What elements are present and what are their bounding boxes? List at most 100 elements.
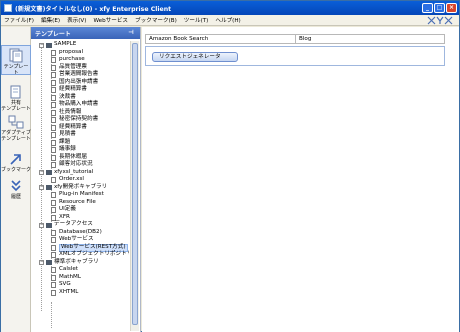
tree-item-label: 秘密保持契約書 — [59, 116, 99, 122]
tree-item[interactable]: 課題 — [31, 139, 129, 147]
window-title: (新規文書)タイトルなし(0) - xfy Enterprise Client — [15, 5, 172, 13]
document-icon — [51, 229, 56, 236]
menu-tools[interactable]: ツール(T) — [184, 16, 209, 24]
tree-item[interactable]: SVG — [31, 281, 129, 289]
menu-help[interactable]: ヘルプ(H) — [215, 16, 240, 24]
tree-item[interactable]: XMLオブジェクトリポジトリ — [31, 251, 129, 259]
history-icon — [11, 180, 21, 192]
document-icon — [51, 237, 56, 243]
title-bar[interactable]: (新規文書)タイトルなし(0) - xfy Enterprise Client … — [1, 1, 459, 15]
sidebar-item-adaptive-template[interactable]: アダプティブ テンプレート — [1, 115, 31, 145]
collapse-icon[interactable]: − — [39, 222, 44, 228]
tree-item-label: Webサービス — [59, 236, 94, 242]
tree-item-label: MathML — [59, 273, 81, 280]
tree-folder-label: xfyxsl_tutorial — [54, 168, 94, 175]
scrollbar-thumb[interactable] — [132, 43, 138, 325]
tree-item-label: XMLオブジェクトリポジトリ — [59, 251, 129, 257]
sidebar: テンプレート 共有 テンプレート アダプティブ テンプレート ブックマーク 履歴 — [1, 27, 31, 332]
tree-item-label: SVG — [59, 281, 71, 287]
tree-item[interactable]: Webサービス(REST方式) — [31, 244, 129, 252]
tree-item[interactable]: Database(DB2) — [31, 229, 129, 237]
sidebar-item-shared-template[interactable]: 共有 テンプレート — [1, 85, 31, 115]
tree-item[interactable]: Order.xsl — [31, 176, 129, 184]
tab-blog[interactable]: Blog — [296, 35, 444, 43]
tree-item-label: 品質管理票 — [59, 63, 87, 70]
tree-item[interactable]: 経費精算書 — [31, 86, 129, 94]
tree-item[interactable]: 営業週間報告書 — [31, 71, 129, 79]
tree-scrollbar[interactable] — [130, 41, 139, 331]
document-icon — [51, 117, 56, 123]
tree-item[interactable]: purchase — [31, 56, 129, 64]
minimize-button[interactable]: _ — [422, 3, 433, 13]
tree-item[interactable]: Resource File — [31, 199, 129, 207]
menu-file[interactable]: ファイル(F) — [4, 16, 34, 24]
collapse-icon[interactable]: − — [39, 42, 44, 48]
document-icon — [51, 192, 56, 198]
tree-item[interactable]: XFR — [31, 214, 129, 222]
menu-view[interactable]: 表示(V) — [67, 16, 86, 24]
document-icon — [51, 64, 56, 71]
tree-item-label: Calslet — [59, 266, 78, 272]
collapse-icon[interactable]: − — [39, 260, 44, 265]
tree-item-label: 経費精算書 — [59, 86, 87, 92]
sidebar-item-label: ブックマーク — [1, 167, 32, 173]
tree-folder-label: xfy開発ボキャブラリ — [54, 183, 108, 190]
tree-item[interactable]: 品質管理票 — [31, 64, 129, 72]
sidebar-item-template[interactable]: テンプレート — [1, 45, 31, 76]
tree-item-label: 社員情報 — [59, 108, 82, 115]
tree-item[interactable]: Webサービス — [31, 236, 129, 244]
menu-bookmark[interactable]: ブックマーク(B) — [135, 16, 177, 24]
tree-item-label: Database(DB2) — [59, 228, 102, 235]
document-icon — [51, 274, 56, 281]
sidebar-item-label: 履歴 — [10, 194, 21, 200]
tree-item[interactable]: 国内出張申請書 — [31, 79, 129, 87]
tree-item[interactable]: 顧客対応状況 — [31, 161, 129, 169]
tree-item[interactable]: 決裁書 — [31, 94, 129, 102]
pin-icon[interactable]: ⊣ — [125, 29, 137, 37]
window-controls: _ □ × — [422, 3, 457, 13]
tree-item-label: 決裁書 — [59, 93, 76, 100]
document-icon — [51, 282, 56, 288]
tree-item[interactable]: proposal — [31, 49, 129, 57]
folder-icon — [46, 170, 52, 175]
panel-header: テンプレート ⊣ — [31, 27, 140, 39]
document-icon — [51, 214, 56, 221]
folder-icon — [46, 260, 52, 265]
app-icon — [4, 4, 12, 12]
maximize-button[interactable]: □ — [434, 3, 445, 13]
tree-item[interactable]: 議事録 — [31, 146, 129, 154]
menu-webservice[interactable]: Webサービス — [93, 16, 128, 24]
template-icon — [9, 48, 23, 63]
tree-item[interactable]: 経費精算書 — [31, 124, 129, 132]
tree-item[interactable]: MathML — [31, 274, 129, 282]
tree-item[interactable]: 長期休暇届 — [31, 154, 129, 162]
tree-item[interactable]: Plug-in Manifest — [31, 191, 129, 199]
sidebar-item-history[interactable]: 履歴 — [1, 179, 31, 204]
close-button[interactable]: × — [446, 3, 457, 13]
tree-item[interactable]: XHTML — [31, 289, 129, 297]
tree-item[interactable]: UI定義 — [31, 206, 129, 214]
collapse-icon[interactable]: − — [39, 170, 44, 175]
document-icon — [51, 267, 56, 273]
tree-item[interactable]: 社員情報 — [31, 109, 129, 117]
tree-folder[interactable]: − データアクセス — [31, 221, 129, 229]
menu-edit[interactable]: 編集(E) — [41, 16, 60, 24]
panel-title: テンプレート — [35, 30, 71, 38]
sidebar-item-bookmark[interactable]: ブックマーク — [1, 152, 31, 177]
folder-icon — [46, 222, 52, 228]
tree-folder[interactable]: − xfy開発ボキャブラリ — [31, 184, 129, 192]
tree-folder[interactable]: − xfyxsl_tutorial — [31, 169, 129, 177]
document-icon — [51, 162, 56, 168]
tree-item-label: 物品購入申請書 — [59, 101, 99, 107]
tab-amazon-book-search[interactable]: Amazon Book Search — [146, 35, 296, 43]
tree-item[interactable]: 物品購入申請書 — [31, 101, 129, 109]
document-icon — [51, 49, 56, 56]
tree-item[interactable]: 秘密保持契約書 — [31, 116, 129, 124]
document-icon — [51, 57, 56, 63]
request-generator-button[interactable]: リクエストジェネレータ — [152, 52, 238, 62]
tree-item[interactable]: Calslet — [31, 266, 129, 274]
tree-item[interactable]: 見積書 — [31, 131, 129, 139]
tree-folder[interactable]: − 標準ボキャブラリ — [31, 259, 129, 267]
collapse-icon[interactable]: − — [39, 185, 44, 190]
tree-folder[interactable]: − SAMPLE — [31, 41, 129, 49]
